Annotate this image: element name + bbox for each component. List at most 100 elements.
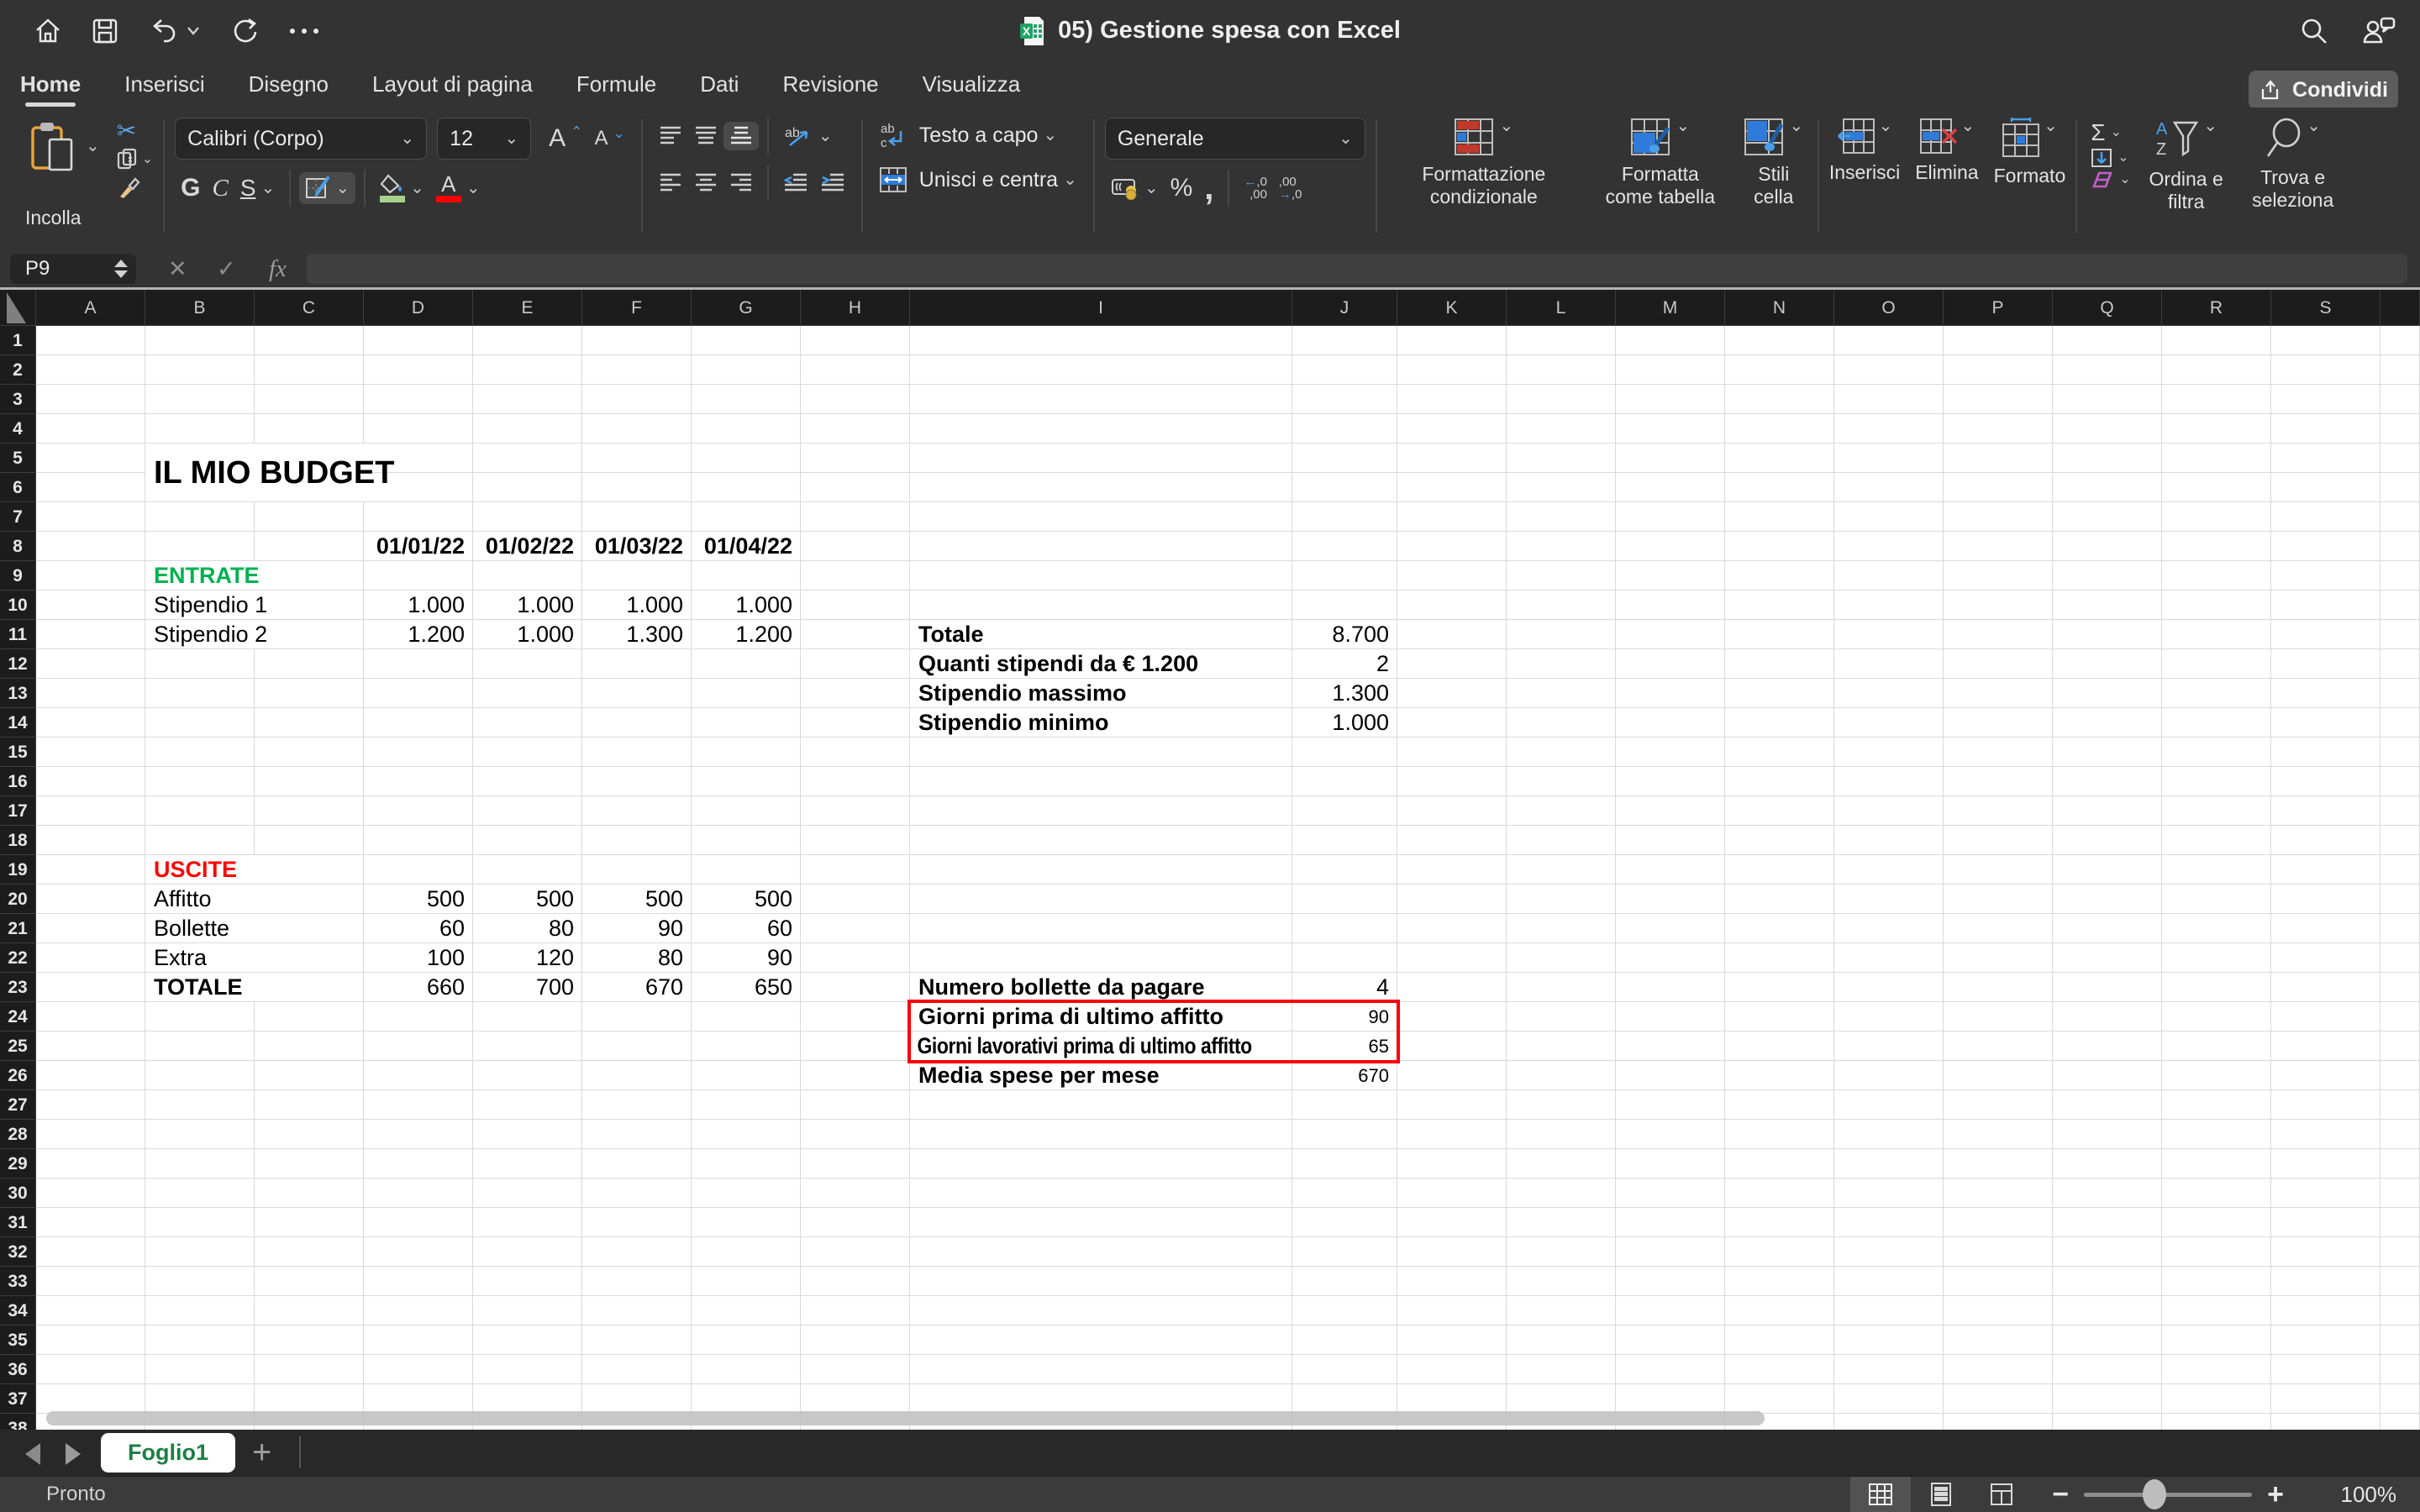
row-header-3[interactable]: 3 (0, 385, 36, 414)
cell-E8[interactable]: 01/02/22 (473, 532, 582, 560)
bold-button[interactable]: G (175, 171, 206, 206)
delete-cells-button[interactable]: ⌄ Elimina (1915, 118, 1978, 248)
cell-B19[interactable]: USCITE (145, 855, 255, 884)
column-header-partial[interactable] (2381, 290, 2420, 326)
cell-D8[interactable]: 01/01/22 (364, 532, 473, 560)
tab-visualizza[interactable]: Visualizza (923, 71, 1021, 97)
row-header-35[interactable]: 35 (0, 1326, 36, 1355)
row-header-23[interactable]: 23 (0, 973, 36, 1002)
cell-F20[interactable]: 500 (582, 885, 692, 913)
feedback-person-icon[interactable] (2361, 15, 2396, 47)
cell-D21[interactable]: 60 (364, 914, 473, 942)
find-select-button[interactable]: ⌄ Trova e seleziona (2238, 118, 2348, 248)
cell-B23[interactable]: TOTALE (145, 973, 255, 1001)
align-center-button[interactable] (688, 169, 723, 197)
row-header-21[interactable]: 21 (0, 914, 36, 943)
cell-I12[interactable]: Quanti stipendi da € 1.200 (910, 649, 1292, 678)
cell-B11[interactable]: Stipendio 2 (145, 620, 255, 648)
column-header-B[interactable]: B (145, 290, 255, 326)
align-right-button[interactable] (723, 169, 759, 197)
tab-inserisci[interactable]: Inserisci (124, 71, 204, 97)
tab-layout-di-pagina[interactable]: Layout di pagina (372, 71, 533, 97)
row-header-4[interactable]: 4 (0, 414, 36, 444)
align-middle-button[interactable] (688, 122, 723, 150)
merge-center-button[interactable]: Unisci e centra ⌄ (873, 163, 1083, 197)
insert-cells-button[interactable]: ⌄ Inserisci (1829, 118, 1900, 248)
format-painter-button[interactable] (117, 176, 153, 200)
column-header-E[interactable]: E (473, 290, 582, 326)
cell-J14[interactable]: 1.000 (1292, 708, 1397, 737)
cell-E10[interactable]: 1.000 (473, 591, 582, 619)
align-left-button[interactable] (653, 169, 688, 197)
underline-button[interactable]: S⌄ (234, 171, 281, 205)
cell-G8[interactable]: 01/04/22 (692, 532, 801, 560)
confirm-entry-icon[interactable]: ✓ (217, 254, 236, 284)
cell-E22[interactable]: 120 (473, 943, 582, 972)
cell-J13[interactable]: 1.300 (1292, 679, 1397, 707)
column-header-S[interactable]: S (2271, 290, 2381, 326)
page-layout-view-button[interactable] (1911, 1477, 1971, 1512)
cell-J11[interactable]: 8.700 (1292, 620, 1397, 648)
tab-formule[interactable]: Formule (576, 71, 656, 97)
column-header-P[interactable]: P (1944, 290, 2053, 326)
cell-B5[interactable]: IL MIO BUDGET (145, 444, 364, 501)
more-options-icon[interactable] (287, 26, 321, 36)
column-header-G[interactable]: G (692, 290, 801, 326)
normal-view-button[interactable] (1850, 1477, 1911, 1512)
cancel-entry-icon[interactable]: ✕ (168, 254, 187, 284)
column-header-C[interactable]: C (255, 290, 364, 326)
save-icon[interactable] (91, 17, 119, 45)
decrease-font-button[interactable]: A⌄ (588, 123, 630, 154)
tab-dati[interactable]: Dati (700, 71, 739, 97)
cell-D10[interactable]: 1.000 (364, 591, 473, 619)
undo-button[interactable] (148, 17, 200, 45)
align-bottom-button[interactable] (723, 122, 759, 150)
column-header-J[interactable]: J (1292, 290, 1397, 326)
column-header-R[interactable]: R (2162, 290, 2271, 326)
page-break-view-button[interactable] (1971, 1477, 2032, 1512)
row-header-1[interactable]: 1 (0, 326, 36, 355)
row-header-29[interactable]: 29 (0, 1149, 36, 1179)
decrease-decimal-button[interactable]: ←,0,00 (1238, 172, 1273, 204)
cell-I26[interactable]: Media spese per mese (910, 1061, 1292, 1089)
cut-button[interactable]: ✂ (117, 119, 153, 143)
cell-G22[interactable]: 90 (692, 943, 801, 972)
row-header-28[interactable]: 28 (0, 1120, 36, 1149)
row-header-22[interactable]: 22 (0, 943, 36, 973)
share-button[interactable]: Condividi (2249, 71, 2398, 109)
row-header-31[interactable]: 31 (0, 1208, 36, 1237)
column-header-D[interactable]: D (364, 290, 473, 326)
zoom-level[interactable]: 100% (2304, 1482, 2396, 1508)
zoom-slider[interactable] (2084, 1493, 2252, 1497)
autosum-button[interactable]: Σ⌄ (2087, 119, 2133, 146)
copy-button[interactable]: ⌄ (117, 148, 153, 171)
row-header-33[interactable]: 33 (0, 1267, 36, 1296)
column-header-Q[interactable]: Q (2053, 290, 2162, 326)
search-icon[interactable] (2299, 16, 2329, 46)
clear-button[interactable]: ⌄ (2087, 170, 2133, 190)
column-header-H[interactable]: H (801, 290, 910, 326)
cell-F22[interactable]: 80 (582, 943, 692, 972)
row-header-25[interactable]: 25 (0, 1032, 36, 1061)
row-header-13[interactable]: 13 (0, 679, 36, 708)
wrap-text-button[interactable]: ab c Testo a capo ⌄ (873, 118, 1064, 153)
accounting-format-button[interactable]: ⌄ (1105, 173, 1165, 203)
cell-G23[interactable]: 650 (692, 973, 801, 1001)
font-name-select[interactable]: Calibri (Corpo)⌄ (175, 118, 427, 160)
cell-D11[interactable]: 1.200 (364, 620, 473, 648)
font-color-button[interactable]: A ⌄ (430, 171, 487, 206)
cell-B21[interactable]: Bollette (145, 914, 255, 942)
cell-F11[interactable]: 1.300 (582, 620, 692, 648)
paste-button[interactable] (24, 118, 82, 176)
column-header-L[interactable]: L (1507, 290, 1616, 326)
row-header-38[interactable]: 38 (0, 1414, 36, 1430)
row-header-27[interactable]: 27 (0, 1090, 36, 1120)
cell-I23[interactable]: Numero bollette da pagare (910, 973, 1292, 1001)
column-header-N[interactable]: N (1725, 290, 1834, 326)
cells-area[interactable]: IL MIO BUDGET01/01/2201/02/2201/03/2201/… (36, 326, 2420, 1430)
cell-B22[interactable]: Extra (145, 943, 255, 972)
select-all-corner[interactable] (0, 290, 36, 326)
fill-color-button[interactable]: ⌄ (374, 171, 430, 206)
row-header-6[interactable]: 6 (0, 473, 36, 502)
column-header-O[interactable]: O (1834, 290, 1944, 326)
